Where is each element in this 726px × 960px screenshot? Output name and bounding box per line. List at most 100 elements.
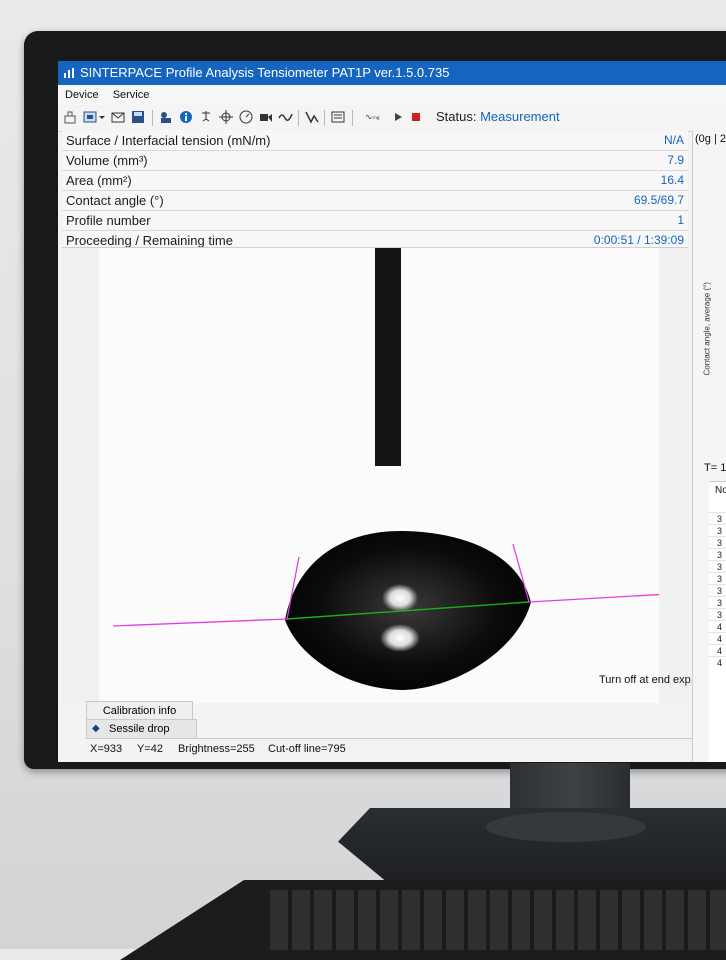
table-row-divider: [709, 524, 726, 525]
temperature-label: T= 1: [704, 462, 726, 474]
profile-fit-icon[interactable]: [304, 109, 320, 125]
needle-icon[interactable]: [198, 109, 214, 125]
keyboard-keys: [270, 890, 726, 950]
tab-calibration-info[interactable]: Calibration info: [86, 701, 193, 721]
title-bar: SINTERPACE Profile Analysis Tensiometer …: [58, 61, 726, 85]
status-label: Status:: [436, 109, 477, 124]
param-value: 7.9: [667, 153, 684, 167]
table-row[interactable]: 3: [717, 514, 722, 524]
parameters-table: Surface / Interfacial tension (mN/m) N/A…: [62, 131, 688, 251]
table-row-divider: [709, 632, 726, 633]
gauge-icon[interactable]: [238, 109, 254, 125]
oscillation-icon[interactable]: rng: [360, 109, 386, 125]
cursor-x: X=933: [90, 743, 123, 755]
app-window: SINTERPACE Profile Analysis Tensiometer …: [58, 61, 726, 762]
menu-device[interactable]: Device: [65, 89, 99, 101]
table-row-divider: [709, 560, 726, 561]
table-row[interactable]: 3: [717, 574, 722, 584]
table-row[interactable]: 4: [717, 634, 722, 644]
sessile-drop-image: [112, 248, 670, 690]
param-row-area: Area (mm²) 16.4: [62, 171, 688, 191]
table-row[interactable]: 4: [717, 658, 722, 668]
info-icon[interactable]: [178, 109, 194, 125]
baseline-right: [528, 593, 670, 603]
results-table: No 3 3 3 3 3 3 3 3 3 4 4 4 4: [709, 481, 726, 762]
toolbar-separator: [152, 110, 153, 126]
glare-top: [382, 584, 418, 612]
table-row-divider: [709, 620, 726, 621]
turn-off-label: Turn off at end exp.: [599, 674, 694, 686]
crosshair-icon[interactable]: [218, 109, 234, 125]
table-row[interactable]: 3: [717, 562, 722, 572]
table-row[interactable]: 3: [717, 526, 722, 536]
cursor-y: Y=42: [137, 743, 163, 755]
table-row-divider: [709, 512, 726, 513]
param-value: N/A: [663, 133, 684, 147]
param-label: Profile number: [66, 213, 151, 228]
table-row[interactable]: 3: [717, 598, 722, 608]
param-value: 16.4: [660, 173, 684, 187]
status-bar: X=933 Y=42 Brightness=255 Cut-off line=7…: [86, 738, 726, 759]
right-panel-header: (0g | 2: [695, 133, 726, 145]
status-value: Measurement: [480, 109, 560, 124]
param-label: Contact angle (°): [66, 193, 164, 208]
table-row-divider: [709, 572, 726, 573]
camera-icon[interactable]: [158, 109, 174, 125]
menu-bar: Device Service: [58, 85, 726, 105]
table-row[interactable]: 3: [717, 550, 722, 560]
cutoff-line: Cut-off line=795: [268, 743, 346, 755]
monitor-stand-plate: [486, 812, 646, 842]
table-row-divider: [709, 548, 726, 549]
camera-image-panel: [62, 247, 688, 703]
open-image-icon[interactable]: [82, 109, 98, 125]
param-label: Surface / Interfacial tension (mN/m): [66, 133, 271, 148]
drop-image[interactable]: [99, 248, 670, 703]
mail-icon[interactable]: [110, 109, 126, 125]
tab-sessile-drop[interactable]: ◆ Sessile drop: [86, 719, 197, 739]
app-icon: [64, 68, 74, 78]
video-icon[interactable]: [258, 109, 274, 125]
window-title: SINTERPACE Profile Analysis Tensiometer …: [80, 65, 450, 80]
toolbar-separator: [352, 110, 353, 126]
brightness: Brightness=255: [178, 743, 255, 755]
table-row-divider: [709, 536, 726, 537]
table-row-divider: [709, 584, 726, 585]
wave-check-icon[interactable]: [278, 109, 294, 125]
param-value: 69.5/69.7: [633, 193, 684, 207]
new-file-icon[interactable]: [62, 109, 78, 125]
toolbar-separator: [298, 110, 299, 126]
stop-icon[interactable]: [408, 109, 424, 125]
param-row-volume: Volume (mm³) 7.9: [62, 151, 688, 171]
param-row-contact-angle: Contact angle (°) 69.5/69.7: [62, 191, 688, 211]
table-row-divider: [709, 596, 726, 597]
table-row[interactable]: 4: [717, 646, 722, 656]
table-row[interactable]: 3: [717, 586, 722, 596]
right-panel: (0g | 2 Contact angle, average (°) T= 1 …: [692, 131, 726, 762]
svg-text:rng: rng: [372, 115, 379, 121]
param-label: Area (mm²): [66, 173, 132, 188]
table-row-divider: [709, 644, 726, 645]
param-value: 1: [677, 213, 684, 227]
table-row-divider: [709, 608, 726, 609]
dropdown-arrow-icon[interactable]: [98, 109, 106, 125]
param-row-tension: Surface / Interfacial tension (mN/m) N/A: [62, 131, 688, 151]
toolbar: rng Status: Measurement: [58, 105, 726, 132]
param-row-profile-number: Profile number 1: [62, 211, 688, 231]
table-row[interactable]: 4: [717, 622, 722, 632]
menu-service[interactable]: Service: [113, 89, 150, 101]
table-row[interactable]: 3: [717, 538, 722, 548]
table-row[interactable]: 3: [717, 610, 722, 620]
toolbar-separator: [324, 110, 325, 126]
baseline-left: [112, 618, 288, 627]
sessile-drop-icon: ◆: [92, 723, 100, 734]
needle: [375, 248, 401, 466]
glare-bottom: [380, 624, 420, 652]
report-icon[interactable]: [330, 109, 346, 125]
save-icon[interactable]: [130, 109, 146, 125]
play-icon[interactable]: [390, 109, 406, 125]
status-indicator: Status: Measurement: [436, 109, 560, 124]
results-col-header: No: [715, 485, 726, 496]
table-row-divider: [709, 656, 726, 657]
param-label: Volume (mm³): [66, 153, 148, 168]
tab-sessile-drop-label: Sessile drop: [109, 723, 170, 735]
